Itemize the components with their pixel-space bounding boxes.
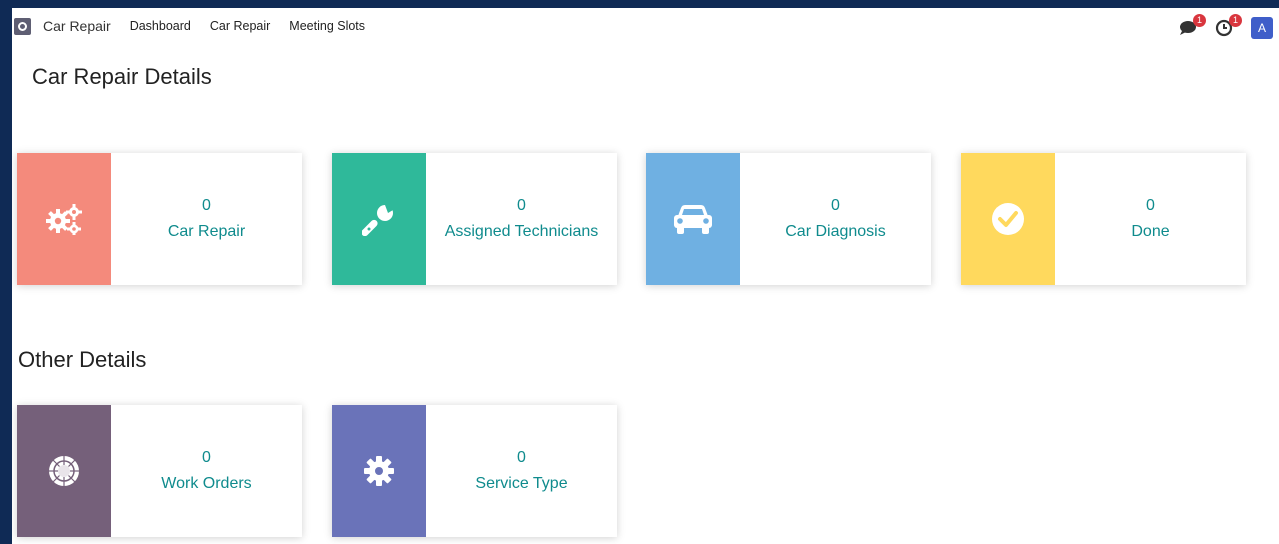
card-count: 0 <box>517 197 526 214</box>
nav-meeting-slots[interactable]: Meeting Slots <box>289 19 365 33</box>
card-icon-box <box>332 153 426 285</box>
card-assigned-technicians[interactable]: 0 Assigned Technicians <box>332 153 617 285</box>
card-count: 0 <box>202 197 211 214</box>
messages-button[interactable]: 1 <box>1179 14 1206 37</box>
card-label: Car Repair <box>167 223 246 240</box>
card-icon-box <box>17 405 111 537</box>
empire-icon <box>49 456 79 486</box>
card-service-type[interactable]: 0 Service Type <box>332 405 617 537</box>
section-title-other-details: Other Details <box>18 347 147 372</box>
card-done[interactable]: 0 Done <box>961 153 1246 285</box>
card-label: Done <box>1131 223 1170 240</box>
card-car-diagnosis[interactable]: 0 Car Diagnosis <box>646 153 931 285</box>
card-car-repair[interactable]: 0 Car Repair <box>17 153 302 285</box>
car-icon <box>674 205 712 234</box>
card-label: Assigned Technicians <box>444 223 599 240</box>
gears-icon <box>46 204 82 235</box>
card-body: 0 Car Diagnosis <box>740 153 931 285</box>
cog-icon <box>364 456 394 486</box>
card-body: 0 Done <box>1055 153 1246 285</box>
card-body: 0 Car Repair <box>111 153 302 285</box>
card-count: 0 <box>831 197 840 214</box>
card-count: 0 <box>1146 197 1155 214</box>
card-icon-box <box>17 153 111 285</box>
nav-car-repair[interactable]: Car Repair <box>210 19 270 33</box>
card-body: 0 Work Orders <box>111 405 302 537</box>
user-avatar[interactable]: A <box>1251 17 1273 39</box>
app-window: Car Repair Dashboard Car Repair Meeting … <box>12 8 1279 544</box>
card-count: 0 <box>202 449 211 466</box>
check-circle-icon <box>992 203 1024 235</box>
card-body: 0 Assigned Technicians <box>426 153 617 285</box>
card-icon-box <box>332 405 426 537</box>
card-label: Car Diagnosis <box>785 223 886 240</box>
card-label: Service Type <box>475 475 568 492</box>
card-count: 0 <box>517 449 526 466</box>
card-icon-box <box>646 153 740 285</box>
card-work-orders[interactable]: 0 Work Orders <box>17 405 302 537</box>
systray: 1 1 A <box>1165 14 1273 39</box>
section-title-car-repair-details: Car Repair Details <box>32 64 212 89</box>
app-logo-icon[interactable] <box>14 17 31 35</box>
nav-dashboard[interactable]: Dashboard <box>130 19 191 33</box>
card-body: 0 Service Type <box>426 405 617 537</box>
messages-badge: 1 <box>1193 14 1206 27</box>
card-icon-box <box>961 153 1055 285</box>
app-name[interactable]: Car Repair <box>43 18 111 34</box>
activities-button[interactable]: 1 <box>1215 14 1242 37</box>
top-navbar: Car Repair Dashboard Car Repair Meeting … <box>12 8 1279 44</box>
wrench-icon <box>362 205 393 236</box>
activities-badge: 1 <box>1229 14 1242 27</box>
card-label: Work Orders <box>161 475 252 492</box>
